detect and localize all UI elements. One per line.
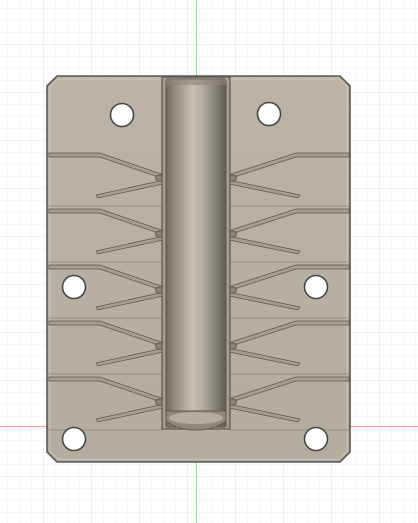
center-rod[interactable] (161, 76, 231, 431)
mold-model-view[interactable] (0, 0, 418, 523)
design-canvas[interactable] (0, 0, 418, 523)
mounting-hole[interactable] (303, 274, 329, 300)
mounting-hole[interactable] (109, 102, 135, 128)
mounting-hole[interactable] (256, 101, 282, 127)
mounting-hole[interactable] (303, 426, 329, 452)
mounting-hole[interactable] (61, 274, 87, 300)
mounting-hole[interactable] (61, 426, 87, 452)
